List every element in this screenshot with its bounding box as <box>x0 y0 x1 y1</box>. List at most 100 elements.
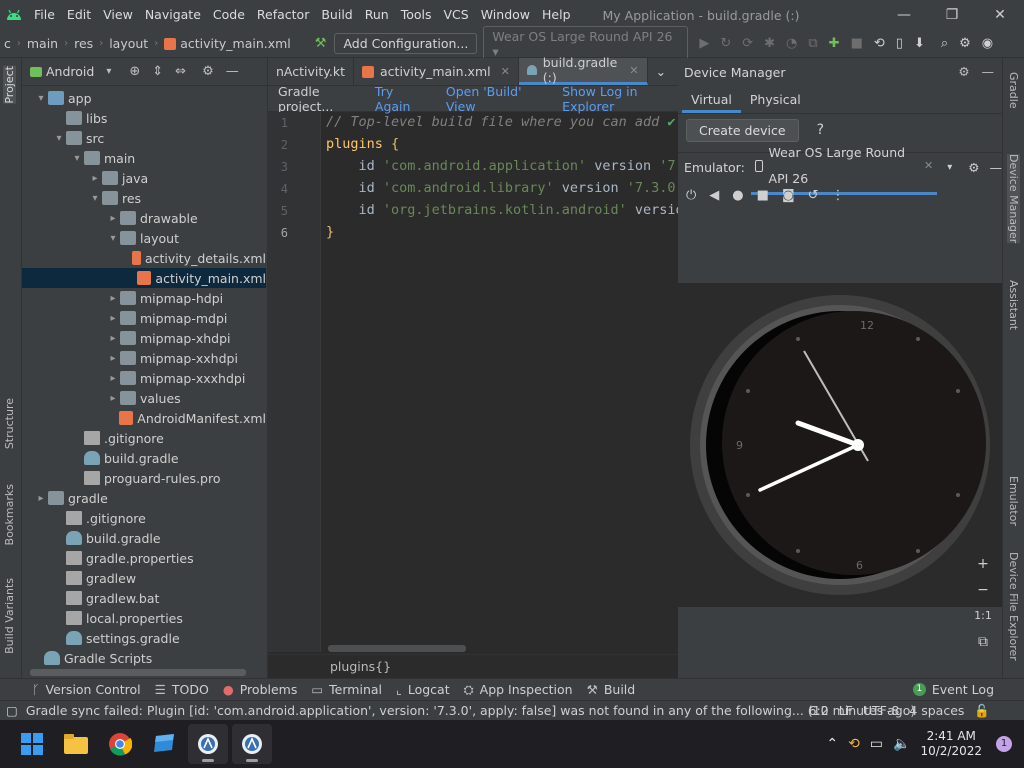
show-log-link[interactable]: Show Log in Explorer <box>562 84 678 114</box>
tool-window-project[interactable]: Project <box>3 66 16 104</box>
account-icon[interactable]: ◉ <box>982 36 993 51</box>
close-tab-icon[interactable]: ✕ <box>629 64 638 77</box>
expand-all-icon[interactable]: ⇕ <box>152 64 163 79</box>
app-inspection-button[interactable]: ⛭ App Inspection <box>464 682 573 698</box>
chevron-down-icon[interactable]: ▾ <box>106 233 120 244</box>
apply-changes-icon[interactable]: ↻ <box>720 36 731 51</box>
tree-item[interactable]: activity_details.xml <box>22 248 266 268</box>
tree-item[interactable]: ▸ mipmap-xxxhdpi <box>22 368 266 388</box>
tree-item[interactable]: ▸ mipmap-hdpi <box>22 288 266 308</box>
tree-item[interactable]: ▾ app <box>22 88 266 108</box>
watch-face[interactable]: 12 9 6 <box>678 283 1002 607</box>
back-icon[interactable]: ◀ <box>709 188 719 203</box>
hide-icon[interactable]: — <box>226 64 239 79</box>
settings-icon[interactable]: ⚙ <box>959 36 971 51</box>
help-button[interactable]: ? <box>817 122 824 138</box>
network-icon[interactable]: ▭ <box>870 736 883 752</box>
menu-refactor[interactable]: Refactor <box>251 0 315 30</box>
tree-item[interactable]: ▾ res <box>22 188 266 208</box>
tool-window-emulator[interactable]: Emulator <box>1007 476 1020 526</box>
chevron-right-icon[interactable]: ▸ <box>106 293 120 304</box>
sync-gradle-icon[interactable]: ⟲ <box>874 36 885 51</box>
caret-position[interactable]: 6:2 <box>809 703 829 719</box>
android-studio-taskbar-button[interactable] <box>188 724 228 764</box>
volume-icon[interactable]: 🔈 <box>893 736 910 752</box>
chrome-button[interactable] <box>100 724 140 764</box>
tree-item[interactable]: gradlew.bat <box>22 588 266 608</box>
tab-build-gradle[interactable]: build.gradle (:) ✕ <box>518 55 648 85</box>
more-icon[interactable]: ⋮ <box>831 188 844 203</box>
editor-horizontal-scrollbar[interactable] <box>328 645 466 652</box>
try-again-link[interactable]: Try Again <box>375 84 426 114</box>
chevron-down-icon[interactable]: ▾ <box>106 66 111 77</box>
power-icon[interactable]: ⏻ <box>686 188 696 203</box>
tree-item[interactable]: ▸ gradle <box>22 488 266 508</box>
logcat-button[interactable]: ⌞ Logcat <box>396 682 450 697</box>
tab-list-button[interactable]: ⌄ <box>648 58 674 85</box>
version-control-button[interactable]: ᚴ Version Control <box>32 682 141 697</box>
zoom-out-button[interactable]: − <box>977 577 989 603</box>
tree-item[interactable]: activity_main.xml <box>22 268 266 288</box>
problems-button[interactable]: ● Problems <box>223 682 298 697</box>
status-message[interactable]: Gradle sync failed: Plugin [id: 'com.and… <box>26 703 915 718</box>
tree-item[interactable]: ▸ values <box>22 388 266 408</box>
zoom-fit-button[interactable]: ⧉ <box>978 629 988 655</box>
run-icon[interactable]: ▶ <box>699 36 709 51</box>
tree-item[interactable]: ▾ main <box>22 148 266 168</box>
debug-icon[interactable]: ✱ <box>764 36 775 51</box>
tree-item[interactable]: build.gradle <box>22 528 266 548</box>
menu-file[interactable]: File <box>28 0 61 30</box>
close-button[interactable]: ✕ <box>976 0 1024 30</box>
remote-desktop-button[interactable] <box>144 724 184 764</box>
start-button[interactable] <box>12 724 52 764</box>
tool-window-device-manager[interactable]: Device Manager <box>1007 154 1020 244</box>
collapse-all-icon[interactable]: ⇔ <box>175 64 186 79</box>
gear-icon[interactable]: ⚙ <box>968 160 979 175</box>
sync-icon[interactable]: ⟲ <box>848 736 860 752</box>
build-button[interactable]: ⚒ Build <box>587 682 636 697</box>
breadcrumb-file[interactable]: activity_main.xml <box>176 36 295 51</box>
project-view-selector[interactable]: Android <box>46 64 94 79</box>
tool-window-assistant[interactable]: Assistant <box>1007 280 1020 330</box>
todo-button[interactable]: ☰ TODO <box>155 682 209 697</box>
chevron-down-icon[interactable]: ▾ <box>52 133 66 144</box>
tree-item[interactable]: .gitignore <box>22 508 266 528</box>
tab-activity-main[interactable]: activity_main.xml ✕ <box>354 58 519 85</box>
menu-run[interactable]: Run <box>359 0 395 30</box>
file-encoding[interactable]: UTF-8 <box>863 703 899 719</box>
gear-icon[interactable]: ⚙ <box>202 64 214 79</box>
code-breadcrumb[interactable]: plugins{} <box>268 654 678 678</box>
close-tab-icon[interactable]: ✕ <box>501 65 510 78</box>
device-manager-icon[interactable]: ▯ <box>896 36 903 51</box>
search-icon[interactable]: ⌕ <box>941 36 948 51</box>
chevron-right-icon[interactable]: ▸ <box>106 353 120 364</box>
create-device-button[interactable]: Create device <box>686 118 799 142</box>
code-area[interactable]: 1 2 3 4 5 6 // Top-level build file wher… <box>268 112 684 652</box>
hammer-icon[interactable]: ⚒ <box>315 36 327 51</box>
tool-window-gradle[interactable]: Gradle <box>1007 72 1020 109</box>
tree-item[interactable]: libs <box>22 108 266 128</box>
stop-icon[interactable]: ■ <box>851 36 863 51</box>
chevron-down-icon[interactable]: ▾ <box>34 93 48 104</box>
add-configuration-button[interactable]: Add Configuration... <box>334 33 478 54</box>
apply-code-icon[interactable]: ⟳ <box>742 36 753 51</box>
emulator-device-tab[interactable]: Wear OS Large Round API 26 ✕ <box>750 140 938 195</box>
tree-item[interactable]: ▸ java <box>22 168 266 188</box>
tree-item[interactable]: ▸ mipmap-xhdpi <box>22 328 266 348</box>
tree-item[interactable]: ▸ mipmap-xxhdpi <box>22 348 266 368</box>
tree-item[interactable]: Gradle Scripts <box>22 648 266 668</box>
status-toggle-icon[interactable]: ▢ <box>6 703 18 718</box>
menu-view[interactable]: View <box>97 0 139 30</box>
android-studio-second-button[interactable] <box>232 724 272 764</box>
tree-item[interactable]: gradlew <box>22 568 266 588</box>
notification-badge[interactable]: 1 <box>996 736 1012 752</box>
breadcrumb-res[interactable]: res <box>70 36 97 51</box>
event-log-button[interactable]: 1 Event Log <box>912 682 994 697</box>
tool-window-structure[interactable]: Structure <box>3 398 16 449</box>
attach-debugger-icon[interactable]: ✚ <box>829 36 840 51</box>
zoom-in-button[interactable]: + <box>977 551 989 577</box>
attach-icon[interactable]: ⧉ <box>808 36 817 51</box>
chevron-right-icon[interactable]: ▸ <box>88 173 102 184</box>
tab-physical[interactable]: Physical <box>741 86 810 113</box>
menu-navigate[interactable]: Navigate <box>139 0 207 30</box>
